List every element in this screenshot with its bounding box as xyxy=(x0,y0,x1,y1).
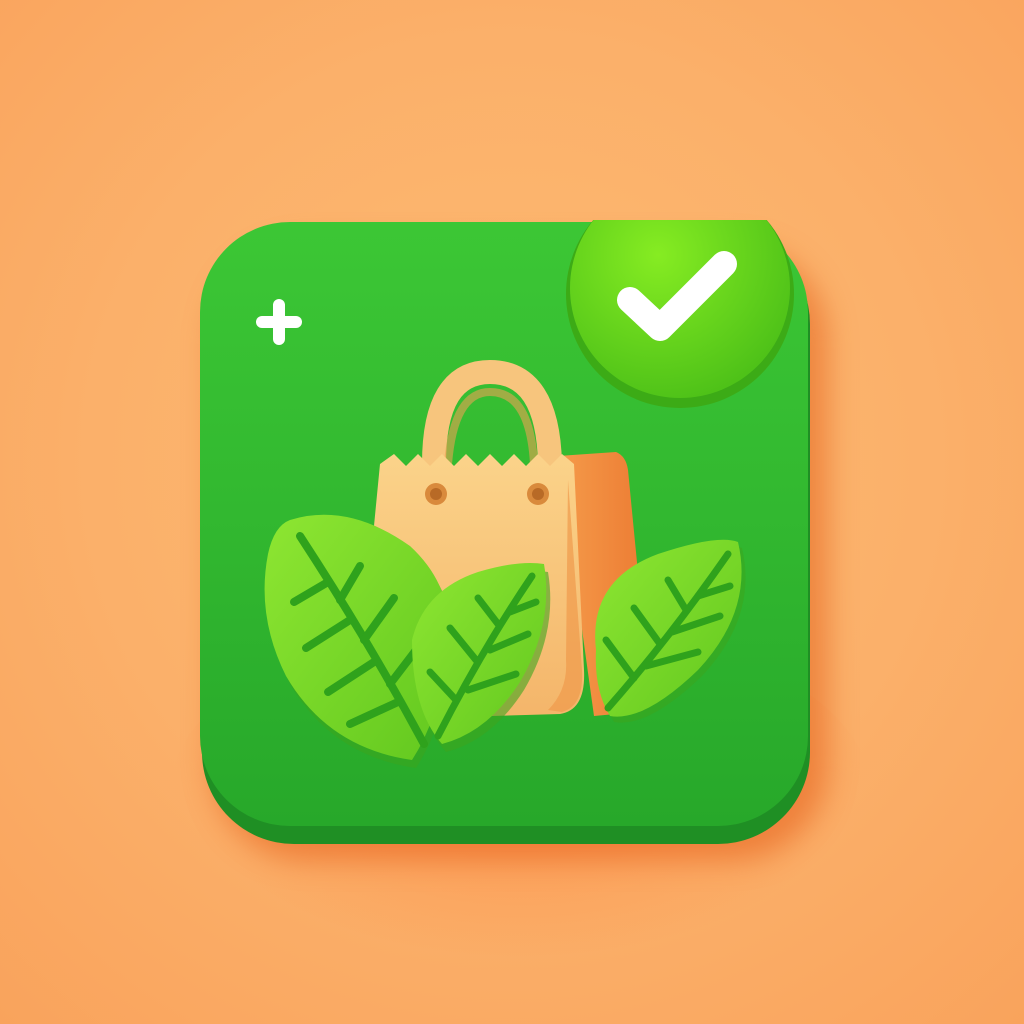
app-icon-canvas xyxy=(0,0,1024,1024)
eco-shopping-app-icon[interactable] xyxy=(198,220,812,846)
